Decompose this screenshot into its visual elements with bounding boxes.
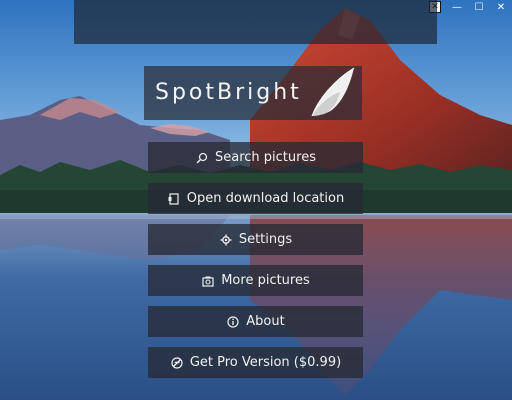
more-pictures-button[interactable]: More pictures	[148, 265, 363, 296]
minimize-button[interactable]: —	[446, 0, 468, 14]
get-pro-version-button[interactable]: Get Pro Version ($0.99)	[148, 347, 363, 378]
maximize-button[interactable]: ☐	[468, 0, 490, 14]
about-button[interactable]: About	[148, 306, 363, 337]
settings-button[interactable]: Settings	[148, 224, 363, 255]
page-curl-logo-icon	[311, 67, 355, 117]
gear-icon	[219, 233, 233, 247]
get-pro-version-label: Get Pro Version ($0.99)	[189, 355, 342, 370]
camera-icon	[201, 274, 215, 288]
about-label: About	[246, 314, 285, 329]
more-pictures-label: More pictures	[221, 273, 310, 288]
open-download-location-label: Open download location	[186, 191, 345, 206]
app-logo-panel: SpotBright	[144, 66, 362, 120]
no-ads-icon	[170, 356, 184, 370]
window-controls: ✕ — ☐ ✕	[424, 0, 512, 14]
close-button[interactable]: ✕	[490, 0, 512, 14]
info-icon	[226, 315, 240, 329]
top-banner-panel	[74, 0, 437, 44]
app-title: SpotBright	[155, 80, 302, 105]
search-icon	[195, 151, 209, 165]
folder-icon	[167, 192, 181, 206]
search-pictures-button[interactable]: Search pictures	[148, 142, 363, 173]
settings-label: Settings	[238, 232, 293, 247]
open-download-location-button[interactable]: Open download location	[148, 183, 363, 214]
search-pictures-label: Search pictures	[215, 150, 316, 165]
